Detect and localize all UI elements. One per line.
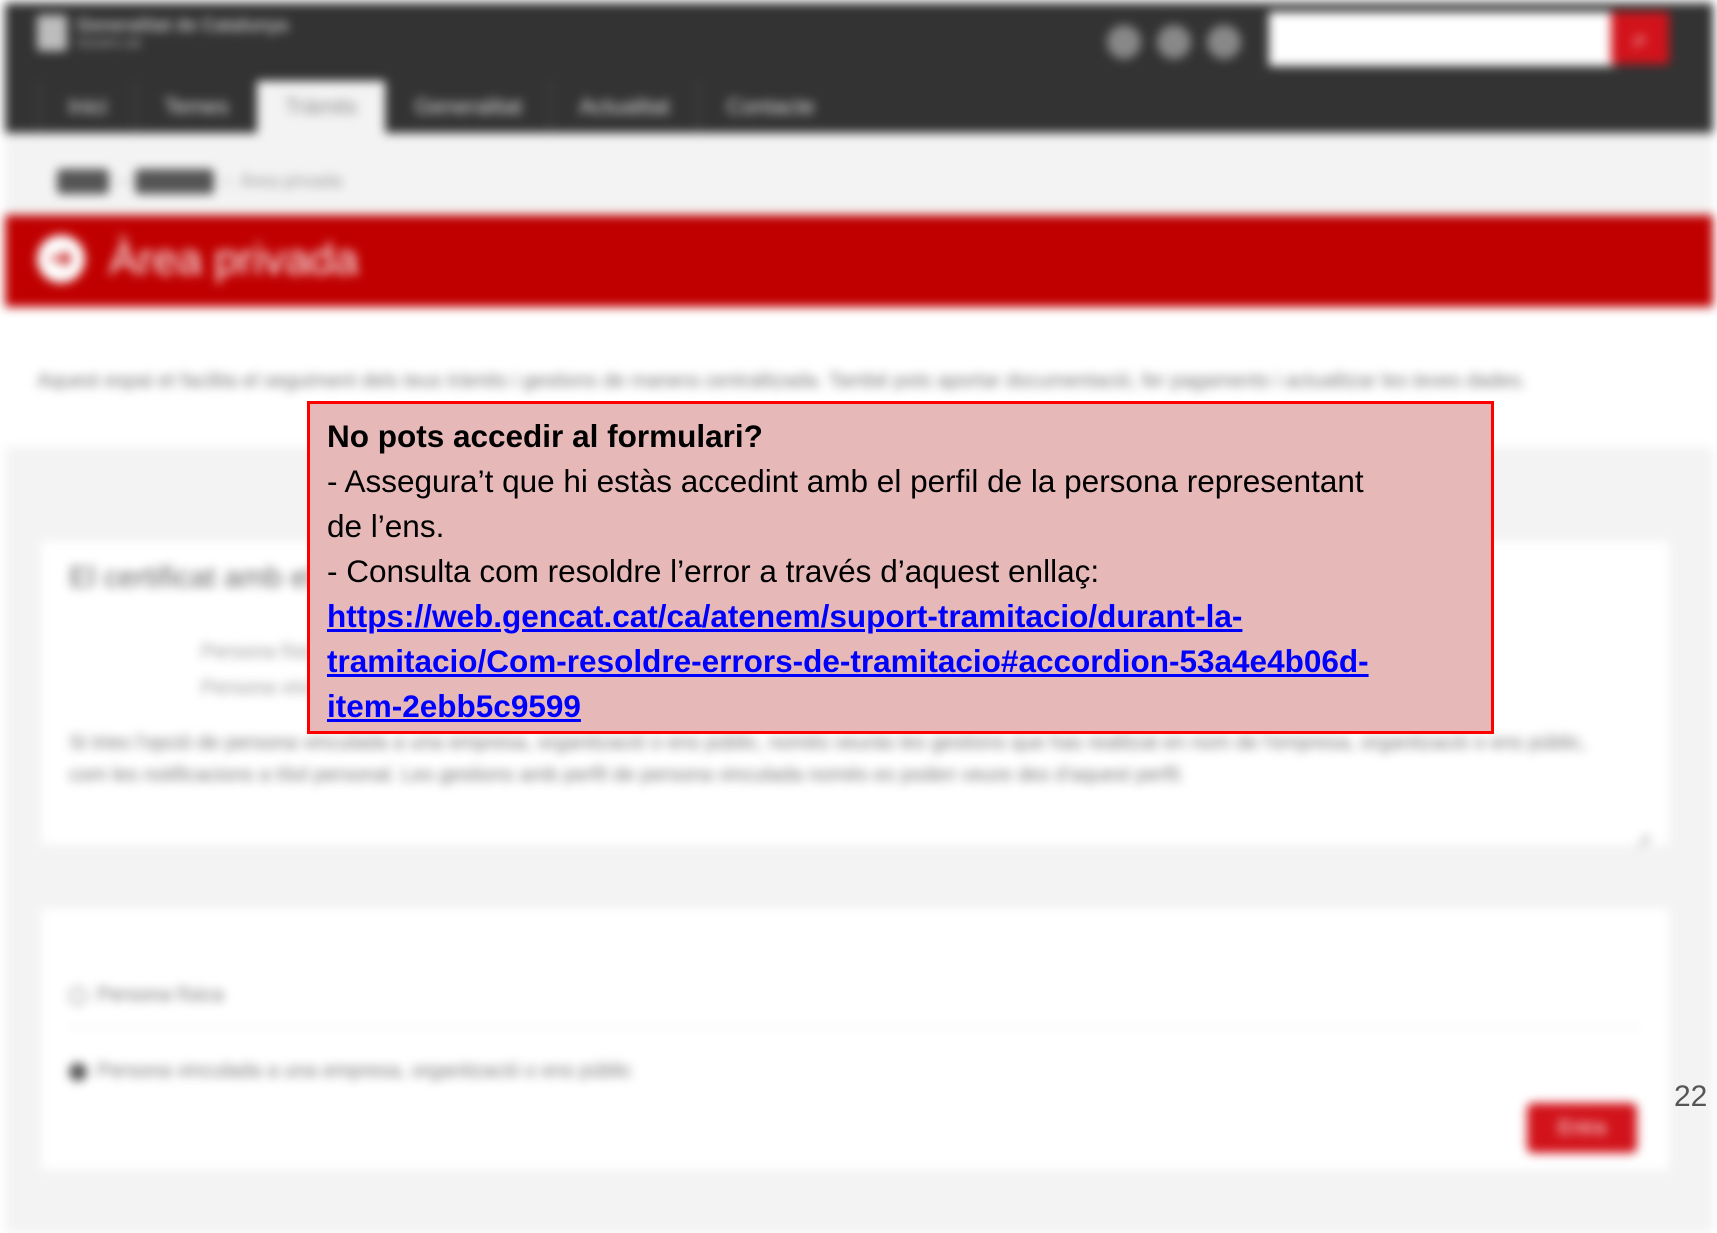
card-description: Si tries l'opció de persona vinculada a … (69, 732, 1587, 786)
help-link[interactable]: item-2ebb5c9599 (327, 684, 1473, 729)
search-icon[interactable]: ⌕ (1611, 12, 1669, 64)
top-header: Generalitat de Catalunya Govern.cat ⌕ In… (5, 3, 1713, 133)
social-icon[interactable] (1207, 25, 1241, 59)
logo-subtitle: Govern.cat (77, 35, 141, 50)
social-icon[interactable] (1107, 25, 1141, 59)
help-link[interactable]: tramitacio/Com-resoldre-errors-de-tramit… (327, 639, 1473, 684)
breadcrumb-separator: › (224, 171, 231, 191)
profile-select-card: Persona física Persona vinculada a una e… (41, 908, 1669, 1170)
callout-title: No pots accedir al formulari? (327, 418, 763, 454)
callout-line: - Consulta com resoldre l’error a través… (327, 553, 1100, 589)
breadcrumb-current: Àrea privada (240, 171, 343, 191)
help-link[interactable]: https://web.gencat.cat/ca/atenem/suport-… (327, 594, 1473, 639)
slide-page-number: 22 (1674, 1080, 1708, 1113)
breadcrumb-item[interactable]: Inici (57, 169, 110, 194)
arrow-circle-icon: ➜ (37, 235, 85, 283)
help-callout: No pots accedir al formulari? - Assegura… (307, 401, 1494, 734)
radio-label: Persona física (97, 984, 224, 1006)
tab-temes[interactable]: Temes (135, 81, 257, 133)
page-banner: ➜ Àrea privada (5, 215, 1713, 307)
radio-option[interactable]: Persona vinculada a una empresa, organit… (69, 1060, 632, 1083)
page-title: Àrea privada (109, 235, 359, 284)
tab-inici[interactable]: Inici (39, 81, 135, 133)
enter-button[interactable]: Entra (1527, 1103, 1637, 1153)
callout-line: - Assegura’t que hi estàs accedint amb e… (327, 463, 1364, 499)
intro-text: Aquest espai et facilita el seguiment de… (37, 370, 1527, 392)
radio-option[interactable]: Persona física (69, 984, 224, 1007)
radio-selected-icon[interactable] (69, 1062, 87, 1081)
gencat-logo-icon[interactable] (37, 15, 67, 51)
breadcrumb-separator: › (119, 171, 126, 191)
main-nav: Inici Temes Tràmits Generalitat Actualit… (39, 81, 843, 133)
callout-line: de l’ens. (327, 508, 445, 544)
radio-label: Persona vinculada a una empresa, organit… (97, 1060, 632, 1082)
radio-icon[interactable] (69, 986, 87, 1005)
divider (69, 1026, 1639, 1027)
breadcrumb-item[interactable]: Tràmits (135, 169, 215, 194)
external-link-icon[interactable]: ↗ (1635, 829, 1652, 854)
tab-actualitat[interactable]: Actualitat (550, 81, 698, 133)
tab-tramits[interactable]: Tràmits (256, 81, 386, 133)
social-icon[interactable] (1157, 25, 1191, 59)
search-input[interactable] (1269, 12, 1615, 66)
logo-title: Generalitat de Catalunya (77, 15, 289, 35)
tab-contacte[interactable]: Contacte (697, 81, 843, 133)
breadcrumb: Inici › Tràmits › Àrea privada (57, 169, 342, 194)
tab-generalitat[interactable]: Generalitat (385, 81, 550, 133)
